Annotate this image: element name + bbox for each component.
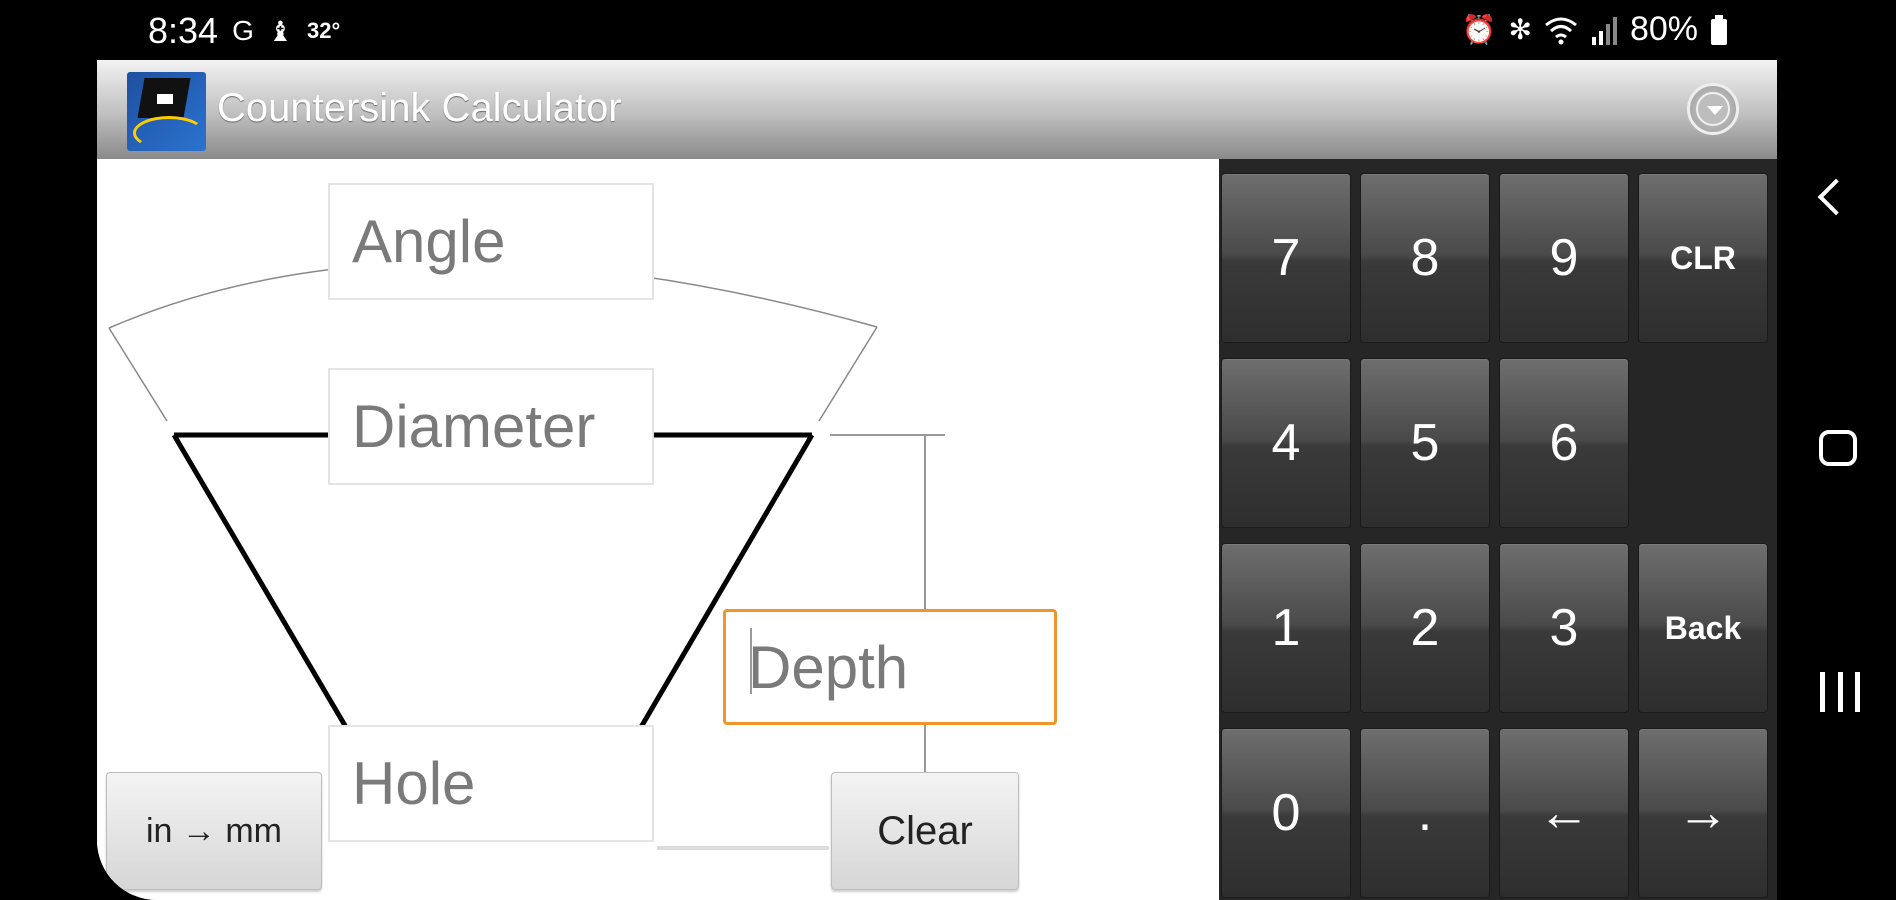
status-temperature: 32°: [306, 18, 341, 43]
title-bar: Countersink Calculator: [97, 60, 1777, 159]
status-left: 8:34 G ♝ 32°: [148, 10, 340, 52]
status-bar: 8:34 G ♝ 32° ⏰ ✻ 80%: [0, 0, 1896, 60]
app-window: Countersink Calculator Angle Diameter De…: [97, 60, 1777, 900]
diameter-field[interactable]: Diameter: [328, 368, 654, 485]
angle-field[interactable]: Angle: [328, 183, 654, 300]
status-right: ⏰ ✻ 80%: [1462, 10, 1728, 49]
key-7[interactable]: 7: [1221, 173, 1351, 343]
app-logo-icon: [127, 72, 206, 151]
countersink-diagram: Angle Diameter Depth Hole in → mm Clear: [97, 159, 1219, 900]
key-8[interactable]: 8: [1360, 173, 1490, 343]
chess-icon: ♝: [267, 15, 293, 47]
back-icon[interactable]: [1817, 178, 1855, 216]
key-right-arrow[interactable]: →: [1638, 728, 1768, 898]
g-icon: G: [232, 15, 254, 46]
status-time: 8:34: [148, 10, 219, 51]
key-back[interactable]: Back: [1638, 543, 1768, 713]
recents-icon[interactable]: [1820, 672, 1860, 712]
signal-icon: [1591, 16, 1617, 45]
key-3[interactable]: 3: [1499, 543, 1629, 713]
app-title: Countersink Calculator: [217, 86, 622, 130]
hole-field[interactable]: Hole: [328, 725, 654, 842]
home-icon[interactable]: [1819, 430, 1857, 466]
key-6[interactable]: 6: [1499, 358, 1629, 528]
overflow-menu-icon[interactable]: [1687, 83, 1739, 135]
depth-field[interactable]: Depth: [723, 609, 1057, 725]
key-4[interactable]: 4: [1221, 358, 1351, 528]
wifi-icon: [1545, 17, 1577, 44]
key-left-arrow[interactable]: ←: [1499, 728, 1629, 898]
key-5[interactable]: 5: [1360, 358, 1490, 528]
text-caret: [750, 628, 752, 694]
alarm-icon: ⏰: [1461, 14, 1497, 45]
key-9[interactable]: 9: [1499, 173, 1629, 343]
depth-placeholder: Depth: [748, 633, 909, 701]
key-clr[interactable]: CLR: [1638, 173, 1768, 343]
system-nav-bar: [1777, 60, 1896, 900]
key-decimal[interactable]: .: [1360, 728, 1490, 898]
battery-icon: [1711, 14, 1727, 45]
battery-level: 80%: [1629, 10, 1698, 48]
numeric-keypad: 7 8 9 CLR 4 5 6 1 2 3 Back 0 . ← →: [1219, 159, 1777, 900]
key-2[interactable]: 2: [1360, 543, 1490, 713]
clear-button[interactable]: Clear: [831, 772, 1019, 890]
unit-convert-button[interactable]: in → mm: [106, 772, 322, 890]
key-0[interactable]: 0: [1221, 728, 1351, 898]
bluetooth-icon: ✻: [1508, 14, 1532, 45]
key-1[interactable]: 1: [1221, 543, 1351, 713]
